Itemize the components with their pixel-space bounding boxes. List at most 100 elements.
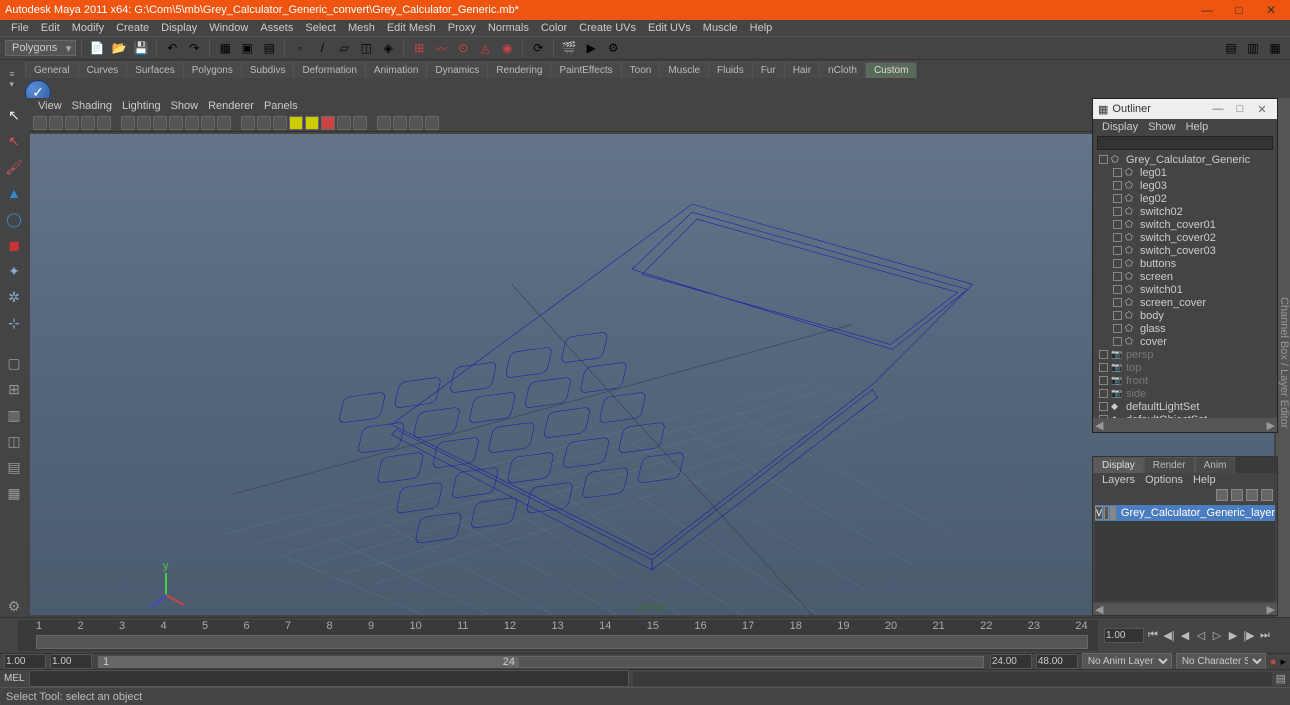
layer-menu-options[interactable]: Options (1140, 474, 1188, 486)
outliner-item[interactable]: 📷top (1093, 361, 1277, 374)
layer-hscroll[interactable]: ◀▶ (1093, 603, 1277, 615)
render-settings-icon[interactable]: ⚙ (603, 38, 623, 58)
undo-icon[interactable]: ↶ (162, 38, 182, 58)
camera-select-icon[interactable] (33, 116, 47, 130)
shelf-tab-muscle[interactable]: Muscle (659, 62, 709, 78)
panel-menu-panels[interactable]: Panels (259, 100, 303, 112)
outliner-item[interactable]: ⬠switch_cover02 (1093, 231, 1277, 244)
menu-muscle[interactable]: Muscle (697, 22, 744, 34)
grease-pencil-icon[interactable] (97, 116, 111, 130)
manip-tool[interactable]: ✦ (3, 260, 25, 282)
layer-tab-render[interactable]: Render (1144, 457, 1195, 473)
layer-tab-display[interactable]: Display (1093, 457, 1144, 473)
outliner-item[interactable]: 📷side (1093, 387, 1277, 400)
high-quality-icon[interactable] (321, 116, 335, 130)
redo-icon[interactable]: ↷ (184, 38, 204, 58)
gate-mask-icon[interactable] (169, 116, 183, 130)
construction-history-icon[interactable]: ⟳ (528, 38, 548, 58)
playback-start-field[interactable] (50, 654, 92, 669)
textured-icon[interactable] (273, 116, 287, 130)
menu-mesh[interactable]: Mesh (342, 22, 381, 34)
snap-point-icon[interactable]: ⊙ (453, 38, 473, 58)
command-input[interactable] (29, 670, 629, 687)
resolution-gate-icon[interactable] (153, 116, 167, 130)
panel-menu-show[interactable]: Show (166, 100, 204, 112)
outliner-item[interactable]: 📷front (1093, 374, 1277, 387)
menu-modify[interactable]: Modify (66, 22, 110, 34)
new-layer-selected-icon[interactable] (1261, 489, 1273, 501)
outliner-item[interactable]: ⬠screen (1093, 270, 1277, 283)
move-tool[interactable]: ▲ (3, 182, 25, 204)
panel-menu-lighting[interactable]: Lighting (117, 100, 166, 112)
character-set-select[interactable]: No Character Set (1176, 653, 1266, 670)
go-start-icon[interactable]: ⏮ (1146, 629, 1160, 643)
anim-start-field[interactable] (4, 654, 46, 669)
outliner-layout[interactable]: ▤ (3, 456, 25, 478)
outliner-hscroll[interactable]: ◀▶ (1093, 418, 1277, 432)
right-sidebar-tabs[interactable]: Channel Box / Layer Editor Attribute Edi… (1276, 98, 1290, 617)
panel-menu[interactable]: ViewShadingLightingShowRendererPanels (28, 98, 1276, 114)
2d-pan-icon[interactable] (81, 116, 95, 130)
shelf-editor-strip[interactable]: ≡▾ (0, 64, 24, 94)
play-back-icon[interactable]: ◁ (1194, 629, 1208, 643)
open-scene-icon[interactable]: 📂 (109, 38, 129, 58)
single-pane-layout[interactable]: ▢ (3, 352, 25, 374)
outliner-item[interactable]: ⬠cover (1093, 335, 1277, 348)
new-empty-layer-icon[interactable] (1246, 489, 1258, 501)
outliner-minimize-button[interactable]: — (1208, 103, 1228, 116)
script-language-label[interactable]: MEL (4, 673, 25, 684)
wireframe-icon[interactable] (241, 116, 255, 130)
shelf-tab-toon[interactable]: Toon (621, 62, 661, 78)
menu-color[interactable]: Color (535, 22, 573, 34)
shelf-tab-painteffects[interactable]: PaintEffects (550, 62, 621, 78)
bookmark-icon[interactable] (49, 116, 63, 130)
panel-menu-shading[interactable]: Shading (67, 100, 117, 112)
select-tool[interactable]: ↖ (3, 104, 25, 126)
layer-row[interactable]: VGrey_Calculator_Generic_layer (1095, 505, 1275, 521)
play-forward-icon[interactable]: ▷ (1210, 629, 1224, 643)
layer-list[interactable]: VGrey_Calculator_Generic_layer (1095, 505, 1275, 601)
layer-menu[interactable]: LayersOptionsHelp (1093, 473, 1277, 487)
minimize-button[interactable]: — (1193, 2, 1221, 18)
outliner-close-button[interactable]: ✕ (1252, 103, 1272, 116)
outliner-menu-help[interactable]: Help (1181, 121, 1214, 133)
ipr-render-icon[interactable]: ▶ (581, 38, 601, 58)
module-selector[interactable]: Polygons (5, 40, 76, 56)
last-tool[interactable]: ⊹ (3, 312, 25, 334)
outliner-menu-display[interactable]: Display (1097, 121, 1143, 133)
shelf-tab-surfaces[interactable]: Surfaces (126, 62, 183, 78)
outliner-item[interactable]: ⬠screen_cover (1093, 296, 1277, 309)
shelf-tab-rendering[interactable]: Rendering (487, 62, 551, 78)
vertex-mask-icon[interactable]: ◦ (290, 38, 310, 58)
panel-menu-renderer[interactable]: Renderer (203, 100, 259, 112)
view-transform-icon[interactable] (393, 116, 407, 130)
outliner-item[interactable]: ⬠buttons (1093, 257, 1277, 270)
anim-end-field[interactable] (1036, 654, 1078, 669)
outliner-item[interactable]: ⬠body (1093, 309, 1277, 322)
face-mask-icon[interactable]: ▱ (334, 38, 354, 58)
outliner-item[interactable]: ⬠switch02 (1093, 205, 1277, 218)
four-pane-layout[interactable]: ⊞ (3, 378, 25, 400)
snap-curve-icon[interactable]: 〰 (431, 38, 451, 58)
menu-normals[interactable]: Normals (482, 22, 535, 34)
outliner-item[interactable]: ⬠leg03 (1093, 179, 1277, 192)
select-component-icon[interactable]: ▤ (259, 38, 279, 58)
edge-mask-icon[interactable]: / (312, 38, 332, 58)
menu-display[interactable]: Display (155, 22, 203, 34)
go-end-icon[interactable]: ⏭ (1258, 629, 1272, 643)
maximize-button[interactable]: □ (1225, 2, 1253, 18)
outliner-menu-show[interactable]: Show (1143, 121, 1181, 133)
shelf-tab-custom[interactable]: Custom (865, 62, 917, 78)
outliner-search-input[interactable] (1097, 136, 1273, 150)
shelf-tab-hair[interactable]: Hair (784, 62, 820, 78)
shelf-tab-curves[interactable]: Curves (78, 62, 128, 78)
scale-tool[interactable]: ◼ (3, 234, 25, 256)
paint-select-tool[interactable]: 🖌 (3, 156, 25, 178)
outliner-list[interactable]: ⬠Grey_Calculator_Generic⬠leg01⬠leg03⬠leg… (1093, 151, 1277, 418)
menu-create[interactable]: Create (110, 22, 155, 34)
range-slider-track[interactable]: 124 (98, 656, 984, 668)
menu-edit[interactable]: Edit (35, 22, 66, 34)
film-gate-icon[interactable] (137, 116, 151, 130)
outliner-item[interactable]: ⬠Grey_Calculator_Generic (1093, 153, 1277, 166)
shelf-tabs[interactable]: GeneralCurvesSurfacesPolygonsSubdivsDefo… (0, 60, 1290, 78)
